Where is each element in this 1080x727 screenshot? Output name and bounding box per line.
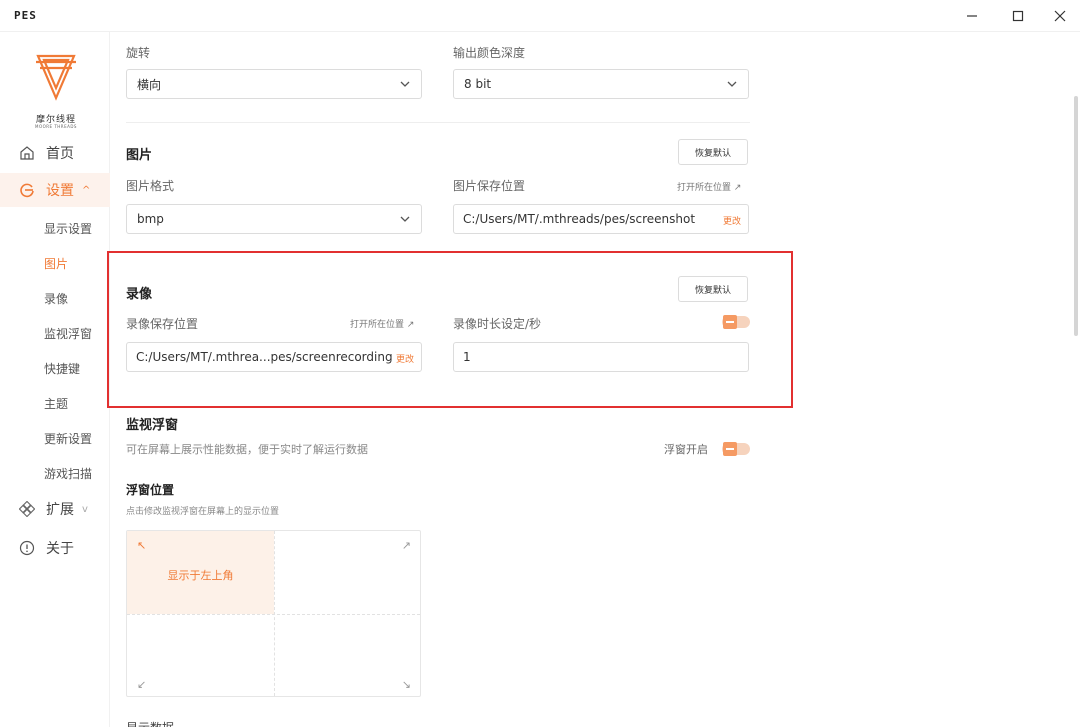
arrow-top-left-icon: ↖ [137, 539, 147, 552]
recording-duration-input[interactable]: 1 [453, 342, 749, 372]
recording-save-location-label: 录像保存位置 [126, 317, 199, 331]
toggle-knob [723, 442, 737, 456]
overlay-position-title: 浮窗位置 [126, 483, 175, 497]
picture-section-title: 图片 [126, 148, 153, 163]
nav-extensions[interactable]: 扩展 v [0, 492, 110, 526]
recording-save-path-field[interactable]: C:/Users/MT/.mthrea...pes/screenrecordin… [126, 342, 422, 372]
chevron-down-icon [400, 81, 410, 87]
overlay-section-title: 监视浮窗 [126, 418, 179, 433]
recording-change-path-button[interactable]: 更改 [396, 352, 414, 365]
picture-save-path: C:/Users/MT/.mthreads/pes/screenshot [463, 212, 696, 226]
sidebar-item-hotkeys[interactable]: 快捷键 [44, 360, 80, 377]
sidebar-item-game-scan[interactable]: 游戏扫描 [44, 465, 92, 482]
rotation-select[interactable]: 横向 [126, 69, 422, 99]
extension-icon [18, 500, 36, 518]
sidebar-item-recording[interactable]: 录像 [44, 290, 68, 307]
sidebar-item-display-settings[interactable]: 显示设置 [44, 220, 92, 237]
arrow-bottom-left-icon: ↙ [137, 678, 147, 691]
overlay-toggle[interactable] [722, 442, 750, 456]
section-divider [126, 122, 750, 123]
picture-format-value: bmp [137, 212, 164, 226]
chevron-up-icon: ^ [82, 184, 91, 196]
close-button[interactable] [1048, 4, 1072, 28]
minimize-button[interactable] [960, 4, 984, 28]
nav-home[interactable]: 首页 [0, 136, 110, 170]
nav-settings-label: 设置 [46, 183, 74, 199]
grid-divider [127, 614, 420, 615]
nav-about[interactable]: 关于 [0, 531, 110, 565]
maximize-button[interactable] [1006, 4, 1030, 28]
position-selected-text: 显示于左上角 [167, 569, 234, 582]
position-bottom-right[interactable]: ↘ [274, 614, 421, 697]
nav-settings[interactable]: 设置 ^ [0, 173, 110, 207]
nav-extensions-label: 扩展 [46, 502, 74, 518]
maximize-icon [1012, 10, 1024, 22]
recording-duration-label: 录像时长设定/秒 [453, 317, 542, 331]
highlight-box [107, 251, 793, 408]
logo-text-en: MOORE THREADS [35, 124, 77, 129]
position-top-left[interactable]: ↖ 显示于左上角 [127, 531, 274, 614]
recording-section-title: 录像 [126, 287, 153, 302]
title-bar: PES [0, 0, 1080, 32]
picture-reset-button[interactable]: 恢复默认 [678, 139, 748, 165]
overlay-position-grid: ↖ 显示于左上角 ↗ ↙ ↘ [126, 530, 421, 697]
picture-format-label: 图片格式 [126, 179, 175, 193]
rotation-value: 横向 [137, 77, 162, 92]
nav-about-label: 关于 [46, 541, 74, 557]
position-top-right[interactable]: ↗ [274, 531, 421, 614]
brand-logo: 摩尔线程 MOORE THREADS [20, 50, 92, 138]
overlay-description: 可在屏幕上展示性能数据，便于实时了解运行数据 [126, 443, 368, 456]
color-depth-label: 输出颜色深度 [453, 46, 526, 60]
arrow-top-right-icon: ↗ [401, 539, 411, 552]
toggle-knob [723, 315, 737, 329]
settings-icon [18, 181, 36, 199]
overlay-position-hint: 点击修改监视浮窗在屏幕上的显示位置 [126, 507, 280, 517]
close-icon [1054, 10, 1066, 22]
chevron-down-icon: v [82, 503, 88, 515]
nav-home-label: 首页 [46, 146, 74, 162]
recording-save-path: C:/Users/MT/.mthrea...pes/screenrecordin… [136, 350, 393, 364]
picture-save-path-field[interactable]: C:/Users/MT/.mthreads/pes/screenshot 更改 [453, 204, 749, 234]
chevron-down-icon [727, 81, 737, 87]
app-title: PES [14, 9, 37, 22]
picture-change-path-button[interactable]: 更改 [723, 214, 741, 227]
color-depth-select[interactable]: 8 bit [453, 69, 749, 99]
info-icon [18, 539, 36, 557]
moore-threads-logo-icon [36, 54, 76, 101]
recording-duration-value: 1 [463, 350, 471, 364]
color-depth-value: 8 bit [464, 77, 492, 91]
sidebar-item-update-settings[interactable]: 更新设置 [44, 430, 92, 447]
sidebar-item-overlay[interactable]: 监视浮窗 [44, 325, 92, 342]
recording-open-location-link[interactable]: 打开所在位置 ↗ [350, 317, 414, 330]
arrow-bottom-right-icon: ↘ [401, 678, 411, 691]
picture-format-select[interactable]: bmp [126, 204, 422, 234]
scrollbar[interactable] [1074, 96, 1078, 336]
chevron-down-icon [400, 216, 410, 222]
recording-reset-button[interactable]: 恢复默认 [678, 276, 748, 302]
sidebar-item-picture[interactable]: 图片 [44, 255, 68, 272]
home-icon [18, 144, 36, 162]
sidebar-item-theme[interactable]: 主题 [44, 395, 68, 412]
recording-duration-toggle[interactable] [722, 315, 750, 329]
rotation-label: 旋转 [126, 46, 151, 60]
next-section-title: 显示数据 [126, 719, 174, 727]
overlay-toggle-label: 浮窗开启 [664, 443, 708, 456]
picture-open-location-link[interactable]: 打开所在位置 ↗ [677, 180, 741, 193]
sidebar: 摩尔线程 MOORE THREADS 首页 设置 ^ 显示设置 图片 录像 监视… [0, 32, 110, 727]
minimize-icon [967, 15, 977, 17]
picture-save-location-label: 图片保存位置 [453, 179, 526, 193]
position-bottom-left[interactable]: ↙ [127, 614, 274, 697]
